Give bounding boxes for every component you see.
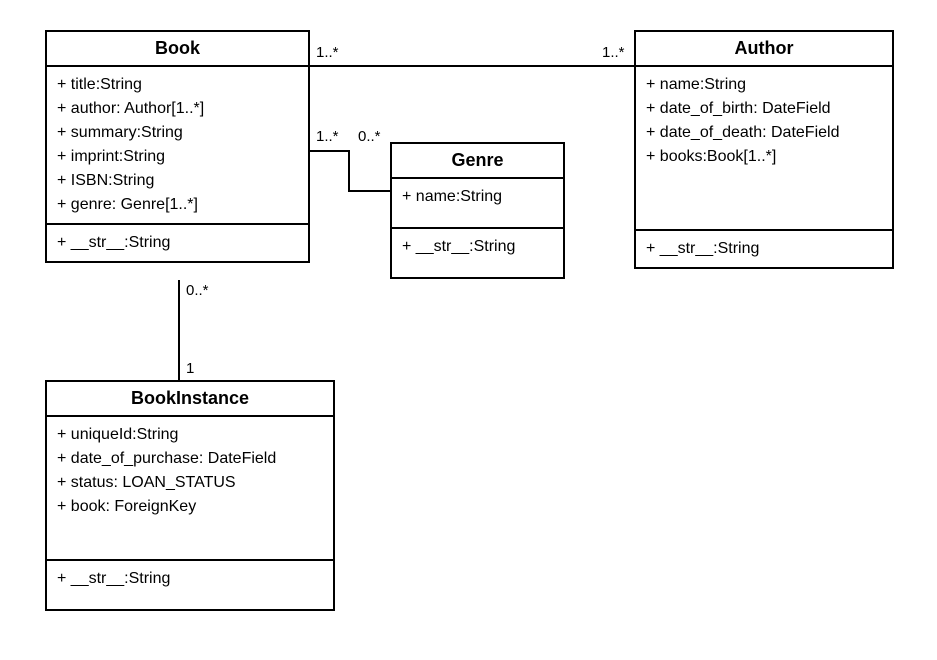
class-title: Book xyxy=(47,32,308,67)
class-title: Author xyxy=(636,32,892,67)
class-attributes: + name:String + date_of_birth: DateField… xyxy=(636,67,892,231)
attribute-row: + status: LOAN_STATUS xyxy=(57,471,323,495)
attribute-row: + date_of_purchase: DateField xyxy=(57,447,323,471)
class-author: Author + name:String + date_of_birth: Da… xyxy=(634,30,894,269)
multiplicity-label: 1..* xyxy=(602,44,625,61)
attribute-row: + summary:String xyxy=(57,121,298,145)
attribute-row: + date_of_birth: DateField xyxy=(646,97,882,121)
attribute-row: + title:String xyxy=(57,73,298,97)
connector-book-bookinstance xyxy=(178,280,180,380)
class-methods: + __str__:String xyxy=(392,229,563,277)
uml-diagram: Book + title:String + author: Author[1..… xyxy=(0,0,937,660)
multiplicity-label: 1..* xyxy=(316,128,339,145)
attribute-row: + uniqueId:String xyxy=(57,423,323,447)
attribute-row: + ISBN:String xyxy=(57,169,298,193)
class-book: Book + title:String + author: Author[1..… xyxy=(45,30,310,263)
attribute-row: + name:String xyxy=(646,73,882,97)
connector-book-genre xyxy=(348,150,350,192)
method-row: + __str__:String xyxy=(57,567,323,591)
connector-book-genre xyxy=(348,190,390,192)
attribute-row: + genre: Genre[1..*] xyxy=(57,193,298,217)
class-attributes: + name:String xyxy=(392,179,563,229)
method-row: + __str__:String xyxy=(57,231,298,255)
class-title: Genre xyxy=(392,144,563,179)
class-title: BookInstance xyxy=(47,382,333,417)
class-methods: + __str__:String xyxy=(636,231,892,267)
class-attributes: + uniqueId:String + date_of_purchase: Da… xyxy=(47,417,333,561)
attribute-row: + author: Author[1..*] xyxy=(57,97,298,121)
connector-book-genre xyxy=(310,150,350,152)
multiplicity-label: 1 xyxy=(186,360,194,377)
class-genre: Genre + name:String + __str__:String xyxy=(390,142,565,279)
multiplicity-label: 1..* xyxy=(316,44,339,61)
attribute-row: + date_of_death: DateField xyxy=(646,121,882,145)
attribute-row: + name:String xyxy=(402,185,553,209)
method-row: + __str__:String xyxy=(646,237,882,261)
attribute-row: + books:Book[1..*] xyxy=(646,145,882,169)
multiplicity-label: 0..* xyxy=(186,282,209,299)
class-methods: + __str__:String xyxy=(47,225,308,261)
class-methods: + __str__:String xyxy=(47,561,333,609)
attribute-row: + book: ForeignKey xyxy=(57,495,323,519)
method-row: + __str__:String xyxy=(402,235,553,259)
class-bookinstance: BookInstance + uniqueId:String + date_of… xyxy=(45,380,335,611)
attribute-row: + imprint:String xyxy=(57,145,298,169)
multiplicity-label: 0..* xyxy=(358,128,381,145)
class-attributes: + title:String + author: Author[1..*] + … xyxy=(47,67,308,225)
connector-book-author xyxy=(310,65,634,67)
